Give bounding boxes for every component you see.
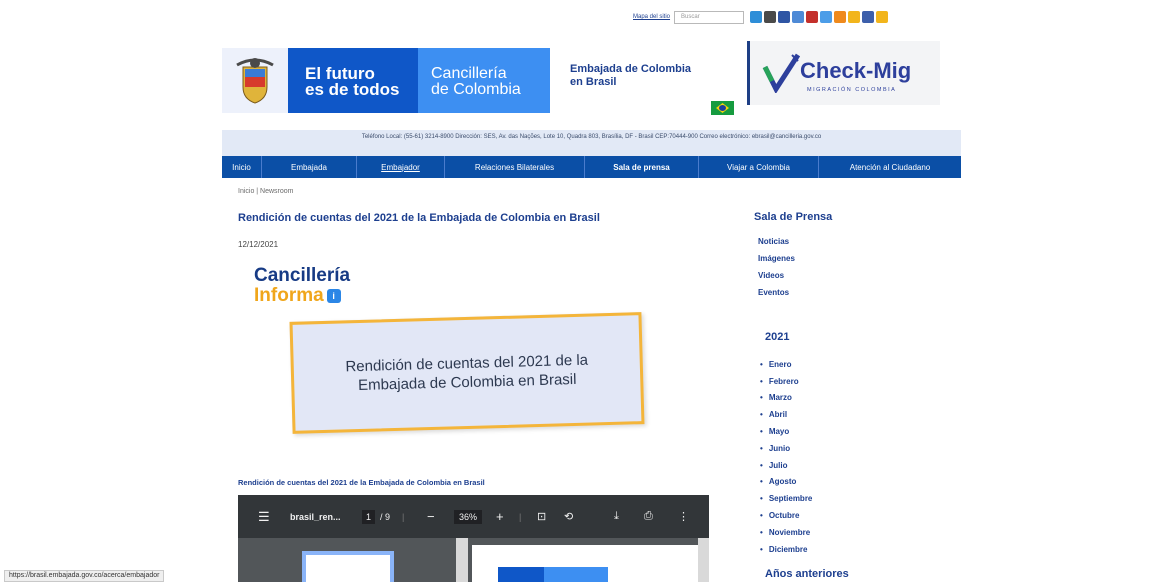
contact-info: Teléfono Local: (55-61) 3214-8900 Direcc… [222,130,961,156]
sitemap-link[interactable]: Mapa del sitio [633,14,670,20]
month-list: Enero Febrero Marzo Abril Mayo Junio Jul… [760,356,813,558]
page: Mapa del sitio Buscar El futuro es de to… [0,0,1174,582]
chat-icon[interactable] [848,11,861,23]
youtube-icon[interactable] [806,11,819,23]
pdf-page-input[interactable]: 1 [362,509,376,524]
instagram-icon[interactable] [764,11,777,23]
more-options-icon[interactable]: ⋮ [678,510,689,523]
month-item[interactable]: Enero [760,356,812,373]
social-icons [750,11,890,23]
fit-page-icon[interactable]: ⊡ [537,510,546,523]
embed-title: Rendición de cuentas del 2021 de la Emba… [238,478,485,487]
mail-icon[interactable] [876,11,889,23]
pdf-page-total: / 9 [380,511,391,522]
menu-icon[interactable]: ☰ [258,509,270,525]
pdf-page [472,545,698,582]
canc-line2: de Colombia [431,81,521,98]
pdf-thumbnail[interactable] [302,551,394,582]
check-mig-subtitle: MIGRACIÓN COLOMBIA [807,87,897,93]
thumbnail-scrollbar[interactable] [456,538,468,582]
banner-text: Rendición de cuentas del 2021 de la Emba… [345,351,589,395]
month-item[interactable]: Septiembre [760,490,813,507]
month-item[interactable]: Abril [760,406,812,423]
zoom-out-icon[interactable]: − [427,509,435,524]
zoom-in-icon[interactable]: + [496,509,504,524]
canc-line1: Cancillería [431,65,507,82]
page-scrollbar[interactable] [698,538,709,582]
embassy-line1: Embajada de Colombia [570,63,692,75]
pdf-toolbar: ☰ brasil_ren... 1 / 9 | − 36% + | ⊡ ⟲ ⤓ … [238,495,709,538]
coat-of-arms-icon [222,48,288,113]
rss-icon[interactable] [834,11,847,23]
search-input[interactable]: Buscar [674,10,745,24]
download-icon[interactable]: ⤓ [614,510,619,523]
status-bar-url: https://brasil.embajada.gov.co/acerca/em… [4,570,165,582]
month-item[interactable]: Junio [760,440,812,457]
nav-item-viajar[interactable]: Viajar a Colombia [699,156,819,178]
nav-item-atencion[interactable]: Atención al Ciudadano [819,156,961,178]
month-item[interactable]: Mayo [760,423,812,440]
nav-item-relaciones[interactable]: Relaciones Bilaterales [445,156,585,178]
sidebar-title: Sala de Prensa [754,211,833,223]
info-icon: i [326,289,341,303]
brazil-flag-icon [711,101,734,115]
month-item[interactable]: Julio [760,457,812,474]
cancilleria-logo: Cancillería de Colombia [418,48,550,113]
nav-item-inicio[interactable]: Inicio [222,156,262,178]
sidebar-links: Noticias Imágenes Videos Eventos [758,237,795,305]
nav-item-sala-de-prensa[interactable]: Sala de prensa [585,156,699,178]
flickr-icon[interactable] [820,11,833,23]
main-nav: Inicio Embajada Embajador Relaciones Bil… [222,156,961,178]
utility-bar: Mapa del sitio Buscar [633,9,890,25]
month-item[interactable]: Marzo [760,390,812,407]
check-mig-title: Check-Mig [800,58,912,83]
older-years-heading[interactable]: Años anteriores [765,568,849,580]
pdf-viewer[interactable]: ☰ brasil_ren... 1 / 9 | − 36% + | ⊡ ⟲ ⤓ … [238,495,709,582]
page-title: Rendición de cuentas del 2021 de la Emba… [238,212,600,224]
nav-item-embajada[interactable]: Embajada [262,156,357,178]
month-item[interactable]: Diciembre [760,541,812,558]
sidebar-item-videos[interactable]: Videos [758,271,795,288]
cancilleria-informa-logo: Cancillería Informa i [254,266,350,306]
accessibility-icon[interactable] [862,11,875,23]
article-date: 12/12/2021 [238,240,279,249]
pdf-zoom-input[interactable]: 36% [454,509,483,524]
print-icon[interactable]: ⎙ [644,510,653,523]
facebook-icon[interactable] [778,11,791,23]
ci-line2: Informa [254,285,324,306]
sidebar-item-imagenes[interactable]: Imágenes [758,254,795,271]
linkedin-icon[interactable] [792,11,805,23]
check-mig-banner[interactable]: Check-Mig MIGRACIÓN COLOMBIA [747,41,940,105]
sidebar-item-noticias[interactable]: Noticias [758,237,795,254]
twitter-icon[interactable] [750,11,763,23]
sidebar-item-eventos[interactable]: Eventos [758,288,795,305]
nav-item-embajador[interactable]: Embajador [357,156,445,178]
el-futuro-logo: El futuro es de todos [288,48,418,113]
month-item[interactable]: Febrero [760,373,812,390]
month-item[interactable]: Octubre [760,507,812,524]
embassy-line2: en Brasil [570,76,617,88]
logo-line2: es de todos [305,80,400,99]
government-logo-block[interactable]: El futuro es de todos Cancillería de Col… [222,48,550,113]
rotate-icon[interactable]: ⟲ [564,510,573,523]
article-banner: Rendición de cuentas del 2021 de la Emba… [289,312,645,434]
year-heading: 2021 [765,331,790,343]
embassy-name: Embajada de Colombia en Brasil [570,63,720,89]
breadcrumb[interactable]: Inicio | Newsroom [238,188,294,195]
ci-line1: Cancillería [254,265,351,286]
month-item[interactable]: Noviembre [760,524,812,541]
check-mig-logo-icon [762,53,800,93]
month-item[interactable]: Agosto [760,474,812,491]
pdf-filename: brasil_ren... [290,511,341,522]
